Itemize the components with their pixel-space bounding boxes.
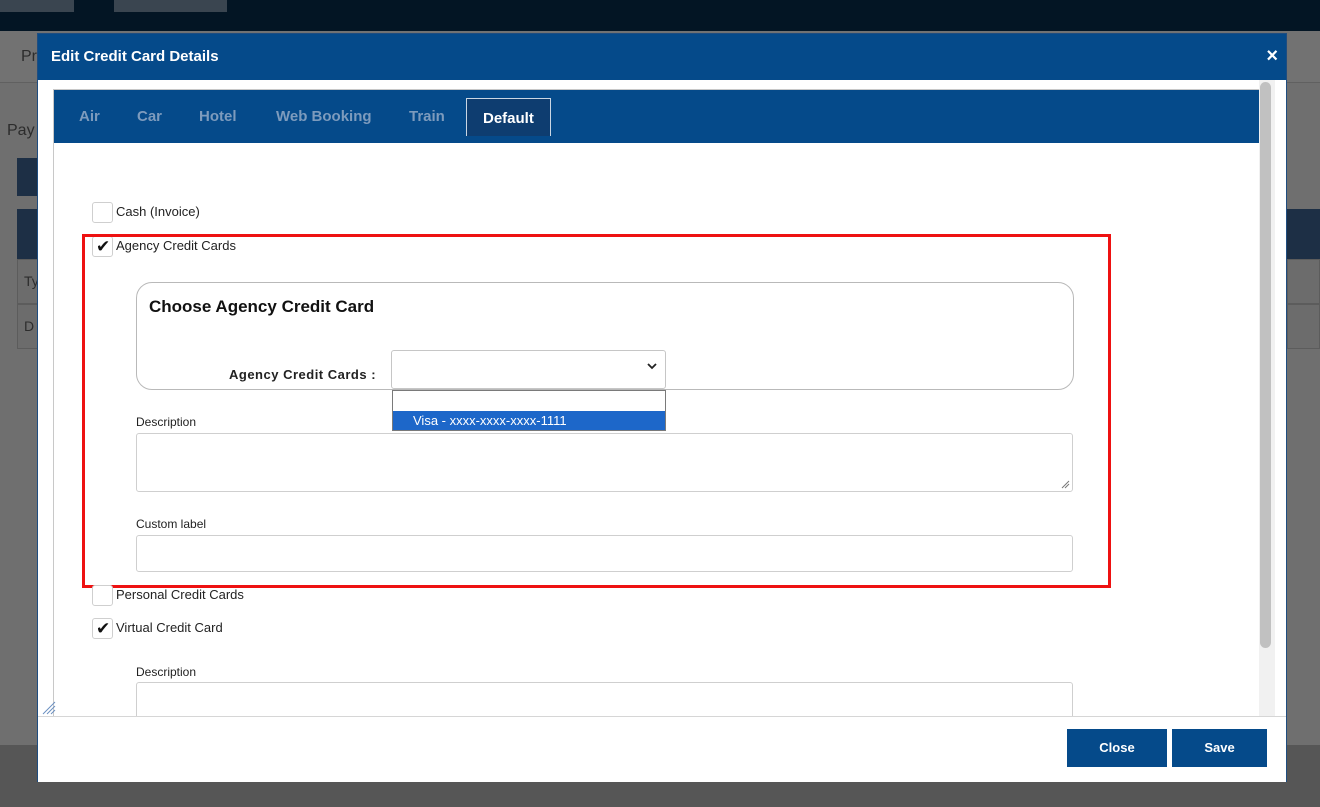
scrollbar-thumb[interactable]	[1260, 82, 1271, 648]
background-nav-text: Pr	[21, 48, 37, 65]
tab-bar: Air Car Hotel Web Booking Train Default	[54, 90, 1259, 143]
tab-air[interactable]: Air	[79, 108, 100, 125]
personal-credit-cards-checkbox[interactable]	[92, 585, 113, 606]
background-topbar-block	[114, 0, 227, 12]
tab-web-booking[interactable]: Web Booking	[276, 108, 372, 125]
tab-car[interactable]: Car	[137, 108, 162, 125]
resize-grip-icon[interactable]	[42, 701, 56, 715]
dropdown-option-visa[interactable]: Visa - xxxx-xxxx-xxxx-1111	[393, 411, 665, 430]
background-bar	[1287, 209, 1320, 259]
personal-credit-cards-label: Personal Credit Cards	[116, 587, 244, 602]
tab-default[interactable]: Default	[466, 98, 551, 136]
modal-body: Air Car Hotel Web Booking Train Default …	[53, 89, 1275, 747]
background-row	[1287, 259, 1320, 304]
resize-grip-icon[interactable]	[1061, 480, 1070, 489]
modal-header: Edit Credit Card Details ×	[38, 34, 1286, 80]
background-topbar-block	[0, 0, 74, 12]
agency-description-textarea[interactable]	[136, 433, 1073, 492]
tab-hotel[interactable]: Hotel	[199, 108, 237, 125]
agency-description-label: Description	[136, 415, 197, 429]
virtual-credit-card-label: Virtual Credit Card	[116, 620, 223, 635]
edit-credit-card-modal: Edit Credit Card Details × Air Car Hotel…	[37, 33, 1287, 782]
panel-title: Choose Agency Credit Card	[149, 297, 375, 316]
virtual-description-label: Description	[136, 665, 197, 679]
agency-card-select-label: Agency Credit Cards :	[229, 367, 377, 382]
background-row	[1287, 304, 1320, 349]
tab-train[interactable]: Train	[409, 108, 445, 125]
agency-card-dropdown: Visa - xxxx-xxxx-xxxx-1111	[392, 390, 666, 431]
background-bar	[17, 158, 39, 196]
modal-footer: Close Save	[38, 716, 1286, 782]
dropdown-option-blank[interactable]	[393, 391, 665, 411]
save-button[interactable]: Save	[1172, 729, 1267, 767]
close-button[interactable]: Close	[1067, 729, 1167, 767]
choose-agency-card-panel: Choose Agency Credit Card Agency Credit …	[136, 282, 1074, 390]
modal-title: Edit Credit Card Details	[51, 48, 219, 65]
close-icon[interactable]: ×	[1266, 46, 1278, 66]
cash-invoice-label: Cash (Invoice)	[116, 204, 200, 219]
cash-invoice-checkbox[interactable]	[92, 202, 113, 223]
background-bar	[17, 209, 39, 259]
agency-card-select[interactable]	[391, 350, 666, 389]
custom-label-label: Custom label	[136, 517, 207, 531]
background-topbar	[0, 0, 1320, 31]
virtual-credit-card-checkbox[interactable]: ✔	[92, 618, 113, 639]
checkmark-icon: ✔	[96, 619, 111, 638]
background-section-text: Pay	[7, 122, 35, 139]
background-row-text: D	[24, 318, 35, 334]
custom-label-input[interactable]	[136, 535, 1073, 572]
chevron-down-icon	[647, 363, 657, 370]
